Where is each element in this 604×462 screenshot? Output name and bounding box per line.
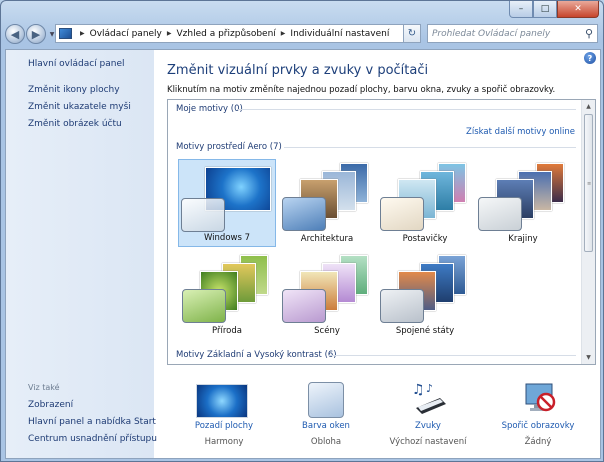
svg-text:♪: ♪ — [426, 382, 433, 395]
maximize-button[interactable]: □ — [533, 1, 557, 18]
theme-list[interactable]: Moje motivy (0) Získat další motivy onli… — [167, 99, 596, 365]
sidebar-link-account-picture[interactable]: Změnit obrázek účtu — [28, 119, 122, 129]
back-button[interactable]: ◀ — [5, 24, 25, 44]
screensaver-item[interactable]: Spořič obrazovky Žádný — [490, 380, 586, 460]
breadcrumb-separator-icon[interactable]: ▶ — [80, 30, 85, 37]
breadcrumb-personalization[interactable]: Individuální nastavení — [290, 29, 389, 39]
divider — [238, 109, 576, 110]
window: – □ ✕ ◀ ▶ ▼ ▶ Ovládací panely ▶ Vzhled a… — [0, 0, 604, 462]
breadcrumb-separator-icon[interactable]: ▶ — [281, 30, 286, 37]
window-controls: – □ ✕ — [509, 1, 599, 19]
desktop-background-value: Harmony — [204, 437, 244, 447]
page-title: Změnit vizuální prvky a zvuky v počítači — [167, 63, 429, 78]
theme-label: Spojené státy — [395, 326, 455, 336]
left-pane: Hlavní ovládací panel Změnit ikony ploch… — [6, 50, 157, 458]
theme-scenes[interactable]: Scény — [278, 251, 376, 339]
theme-label: Příroda — [212, 326, 242, 336]
theme-landscapes[interactable]: Krajiny — [474, 159, 572, 247]
theme-label: Windows 7 — [203, 233, 251, 243]
desktop-background-link[interactable]: Pozadí plochy — [176, 421, 272, 431]
window-glass-preview — [380, 197, 424, 231]
theme-label: Postavičky — [402, 234, 448, 244]
minimize-button[interactable]: – — [509, 1, 533, 18]
search-placeholder: Prohledat Ovládací panely — [432, 28, 551, 39]
breadcrumb-separator-icon[interactable]: ▶ — [167, 30, 172, 37]
sidebar-link-mouse-pointers[interactable]: Změnit ukazatele myši — [28, 102, 131, 112]
theme-windows-7[interactable]: Windows 7 — [178, 159, 276, 247]
screensaver-icon — [520, 380, 560, 416]
content-area: Hlavní ovládací panel Změnit ikony ploch… — [5, 49, 601, 459]
window-color-value: Obloha — [310, 437, 342, 447]
scroll-up-icon[interactable]: ▲ — [582, 100, 595, 113]
theme-architecture[interactable]: Architektura — [278, 159, 376, 247]
sidebar-link-display[interactable]: Zobrazení — [28, 400, 73, 410]
window-glass-preview — [182, 289, 226, 323]
window-glass-preview — [282, 197, 326, 231]
window-glass-preview — [478, 197, 522, 231]
theme-characters[interactable]: Postavičky — [376, 159, 474, 247]
window-color-icon — [308, 382, 344, 418]
theme-label: Krajiny — [508, 234, 538, 244]
sidebar-link-taskbar[interactable]: Hlavní panel a nabídka Start — [28, 417, 156, 427]
see-also-heading: Viz také — [28, 383, 60, 392]
window-glass-preview — [380, 289, 424, 323]
theme-list-scrollbar[interactable]: ▲ ≡ ▼ — [581, 100, 595, 364]
sounds-value: Výchozí nastavení — [389, 437, 467, 447]
theme-label: Architektura — [300, 234, 354, 244]
aero-themes-heading: Motivy prostředí Aero (7) — [176, 142, 282, 152]
divider — [328, 355, 576, 356]
window-color-link[interactable]: Barva oken — [278, 421, 374, 431]
navigation-bar: ◀ ▶ ▼ ▶ Ovládací panely ▶ Vzhled a přizp… — [5, 21, 601, 47]
control-panel-icon — [59, 28, 72, 39]
divider — [284, 147, 576, 148]
search-input[interactable]: Prohledat Ovládací panely ⚲ — [427, 24, 598, 43]
refresh-button[interactable]: ↻ — [403, 24, 421, 43]
sounds-link[interactable]: Zvuky — [380, 421, 476, 431]
get-more-themes-link[interactable]: Získat další motivy online — [466, 127, 575, 137]
desktop-background-icon — [196, 384, 248, 418]
svg-text:♫: ♫ — [412, 382, 425, 398]
desktop-background-item[interactable]: Pozadí plochy Harmony — [176, 380, 272, 460]
close-button[interactable]: ✕ — [557, 1, 599, 18]
window-glass-preview — [282, 289, 326, 323]
basic-themes-heading: Motivy Základní a Vysoký kontrast (6) — [176, 350, 337, 360]
page-description: Kliknutím na motiv změníte najednou poza… — [167, 85, 556, 95]
sidebar-link-home[interactable]: Hlavní ovládací panel — [28, 59, 125, 69]
breadcrumb-appearance[interactable]: Vzhled a přizpůsobení — [177, 29, 276, 39]
sidebar-link-ease-of-access[interactable]: Centrum usnadnění přístupu — [28, 434, 157, 444]
window-glass-preview — [181, 198, 225, 232]
breadcrumb-control-panel[interactable]: Ovládací panely — [90, 29, 162, 39]
screensaver-value: Žádný — [524, 437, 552, 447]
address-bar[interactable]: ▶ Ovládací panely ▶ Vzhled a přizpůsoben… — [55, 24, 421, 43]
window-color-item[interactable]: Barva oken Obloha — [278, 380, 374, 460]
grip-icon: ≡ — [587, 181, 592, 187]
help-icon[interactable]: ? — [584, 52, 596, 64]
sounds-icon: ♫ ♪ — [410, 380, 450, 416]
sidebar-link-desktop-icons[interactable]: Změnit ikony plochy — [28, 85, 120, 95]
search-icon[interactable]: ⚲ — [585, 27, 593, 40]
theme-label: Scény — [314, 326, 340, 336]
screensaver-link[interactable]: Spořič obrazovky — [490, 421, 586, 431]
scrollbar-thumb[interactable]: ≡ — [584, 114, 593, 252]
forward-button[interactable]: ▶ — [26, 24, 46, 44]
theme-united-states[interactable]: Spojené státy — [376, 251, 474, 339]
scroll-down-icon[interactable]: ▼ — [582, 351, 595, 364]
theme-nature[interactable]: Příroda — [178, 251, 276, 339]
my-themes-heading: Moje motivy (0) — [176, 104, 243, 114]
sounds-item[interactable]: ♫ ♪ Zvuky Výchozí nastavení — [380, 380, 476, 460]
